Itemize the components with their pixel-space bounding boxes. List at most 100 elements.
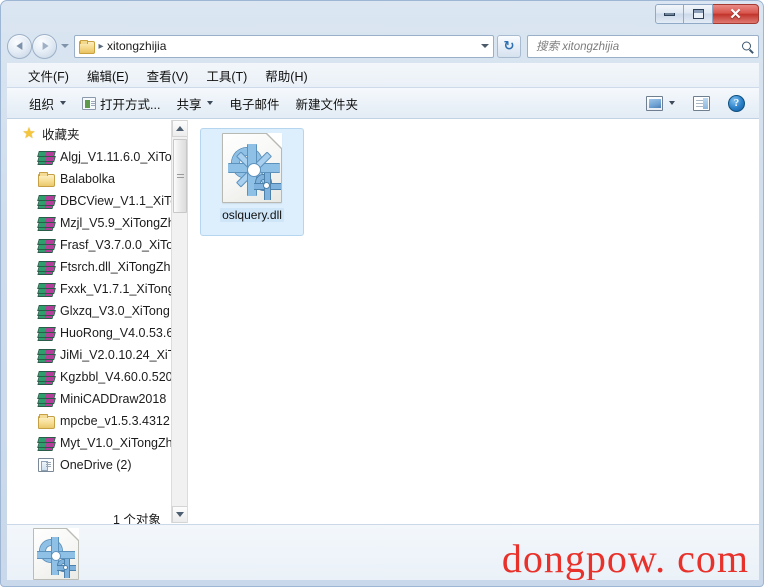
help-button[interactable]: ? (720, 90, 753, 117)
list-item-label: Mzjl_V5.9_XiTongZh (60, 216, 175, 230)
list-item[interactable]: OneDrive (2) (8, 454, 187, 476)
chevron-down-icon (60, 101, 67, 105)
command-bar: 组织 打开方式... 共享 电子邮件 新建文件夹 ? (7, 88, 759, 119)
close-button[interactable]: ✕ (713, 4, 759, 24)
recent-pages-button[interactable] (58, 35, 72, 57)
list-item[interactable]: Balabolka (8, 168, 187, 190)
title-bar: ✕ (1, 1, 764, 29)
forward-button[interactable] (32, 33, 57, 59)
minimize-icon (664, 12, 675, 16)
email-button[interactable]: 电子邮件 (221, 89, 287, 118)
list-item[interactable]: JiMi_V2.0.10.24_XiT (8, 344, 187, 366)
search-icon[interactable] (742, 41, 751, 51)
change-view-button[interactable] (638, 91, 683, 116)
archive-icon (37, 326, 54, 341)
explorer-body: ★ 收藏夹 Algj_V1.11.6.0_XiTo Balabolka DBCV… (7, 119, 759, 524)
scrollbar-thumb[interactable] (173, 139, 187, 213)
window-controls: ✕ (655, 4, 759, 25)
archive-icon (37, 282, 54, 297)
breadcrumb-path[interactable]: xitongzhijia (107, 39, 166, 53)
list-item-label: Balabolka (60, 172, 115, 186)
list-item[interactable]: Glxzq_V3.0_XiTong (8, 300, 187, 322)
watermark-text: dongpow. com (501, 536, 749, 580)
archive-icon (37, 348, 54, 363)
maximize-icon (692, 9, 704, 19)
page-fold-icon (267, 133, 282, 148)
archive-icon (37, 194, 54, 209)
help-icon: ? (728, 94, 745, 112)
folder-icon (79, 39, 95, 54)
explorer-window: ✕ ▸ xitongzhijia ↻ 搜索 xitongzhijia 文件(F)… (0, 0, 764, 587)
list-item[interactable]: Mzjl_V5.9_XiTongZh (8, 212, 187, 234)
file-item-label: oslquery.dll (220, 208, 284, 222)
list-item[interactable]: mpcbe_v1.5.3.4312 (8, 410, 187, 432)
list-item[interactable]: HuoRong_V4.0.53.6 (8, 322, 187, 344)
chevron-up-icon (176, 126, 184, 131)
list-item-label: OneDrive (2) (60, 458, 132, 472)
menu-item-file[interactable]: 文件(F) (19, 63, 78, 88)
search-placeholder: 搜索 xitongzhijia (536, 41, 620, 53)
chevron-down-icon (61, 44, 69, 48)
list-item[interactable]: Algj_V1.11.6.0_XiTo (8, 146, 187, 168)
open-with-icon (82, 96, 97, 110)
page-fold-icon (67, 527, 79, 540)
list-item[interactable]: Fxxk_V1.7.1_XiTong (8, 278, 187, 300)
navigation-pane-scrollbar[interactable] (171, 120, 187, 523)
navigation-pane: ★ 收藏夹 Algj_V1.11.6.0_XiTo Balabolka DBCV… (8, 120, 188, 523)
favorites-header[interactable]: ★ 收藏夹 (8, 122, 187, 146)
list-item[interactable]: Ftsrch.dll_XiTongZh (8, 256, 187, 278)
back-button[interactable] (7, 33, 32, 59)
gear-large-icon (228, 144, 280, 196)
refresh-button[interactable]: ↻ (497, 34, 521, 58)
archive-icon (37, 216, 54, 231)
menu-item-edit[interactable]: 编辑(E) (78, 63, 138, 88)
list-item-label: Glxzq_V3.0_XiTong (60, 304, 170, 318)
archive-icon (37, 260, 54, 275)
breadcrumb-separator-icon: ▸ (98, 40, 104, 52)
dll-gear-icon (222, 133, 282, 203)
archive-icon (37, 150, 54, 165)
organize-button[interactable]: 组织 (21, 89, 74, 118)
list-item-label: MiniCADDraw2018 (60, 392, 167, 406)
archive-icon (37, 238, 54, 253)
details-pane: dongpow. com (7, 524, 759, 580)
gear-small-icon (57, 558, 76, 578)
address-bar[interactable]: ▸ xitongzhijia (74, 34, 494, 58)
list-item[interactable]: Myt_V1.0_XiTongZh (8, 432, 187, 454)
star-icon: ★ (22, 124, 36, 142)
preview-pane-button[interactable] (685, 91, 718, 116)
file-list-pane[interactable]: oslquery.dll (188, 120, 758, 523)
folder-icon (38, 172, 55, 187)
archive-icon (37, 436, 54, 451)
command-bar-right: ? (638, 90, 753, 117)
list-item-label: Myt_V1.0_XiTongZh (60, 436, 173, 450)
list-item-label: Frasf_V3.7.0.0_XiTo (60, 238, 174, 252)
list-item[interactable]: Kgzbbl_V4.60.0.520 (8, 366, 187, 388)
chevron-down-icon (176, 512, 184, 517)
minimize-button[interactable] (655, 4, 684, 24)
list-item[interactable]: Frasf_V3.7.0.0_XiTo (8, 234, 187, 256)
menu-item-view[interactable]: 查看(V) (138, 63, 198, 88)
new-folder-button[interactable]: 新建文件夹 (287, 89, 366, 118)
file-item-oslquery-dll[interactable]: oslquery.dll (200, 128, 304, 236)
view-icon (646, 95, 663, 111)
search-box[interactable]: 搜索 xitongzhijia (527, 34, 759, 58)
list-item[interactable]: DBCView_V1.1_XiTo (8, 190, 187, 212)
menu-item-help[interactable]: 帮助(H) (256, 63, 316, 88)
scroll-down-button[interactable] (172, 506, 187, 523)
details-file-icon (33, 527, 79, 580)
list-item-label: Algj_V1.11.6.0_XiTo (60, 150, 172, 164)
address-dropdown-icon[interactable] (481, 44, 489, 48)
list-item[interactable]: MiniCADDraw2018 (8, 388, 187, 410)
list-item-label: Kgzbbl_V4.60.0.520 (60, 370, 173, 384)
new-folder-label: 新建文件夹 (295, 97, 358, 112)
favorites-list: ★ 收藏夹 Algj_V1.11.6.0_XiTo Balabolka DBCV… (8, 120, 187, 476)
scroll-up-button[interactable] (172, 120, 187, 137)
maximize-button[interactable] (684, 4, 713, 24)
list-item-label: JiMi_V2.0.10.24_XiT (60, 348, 176, 362)
favorites-header-label: 收藏夹 (42, 128, 80, 142)
open-with-button[interactable]: 打开方式... (74, 89, 168, 118)
share-button[interactable]: 共享 (168, 89, 221, 118)
list-item-label: DBCView_V1.1_XiTo (60, 194, 178, 208)
menu-item-tools[interactable]: 工具(T) (197, 63, 256, 88)
